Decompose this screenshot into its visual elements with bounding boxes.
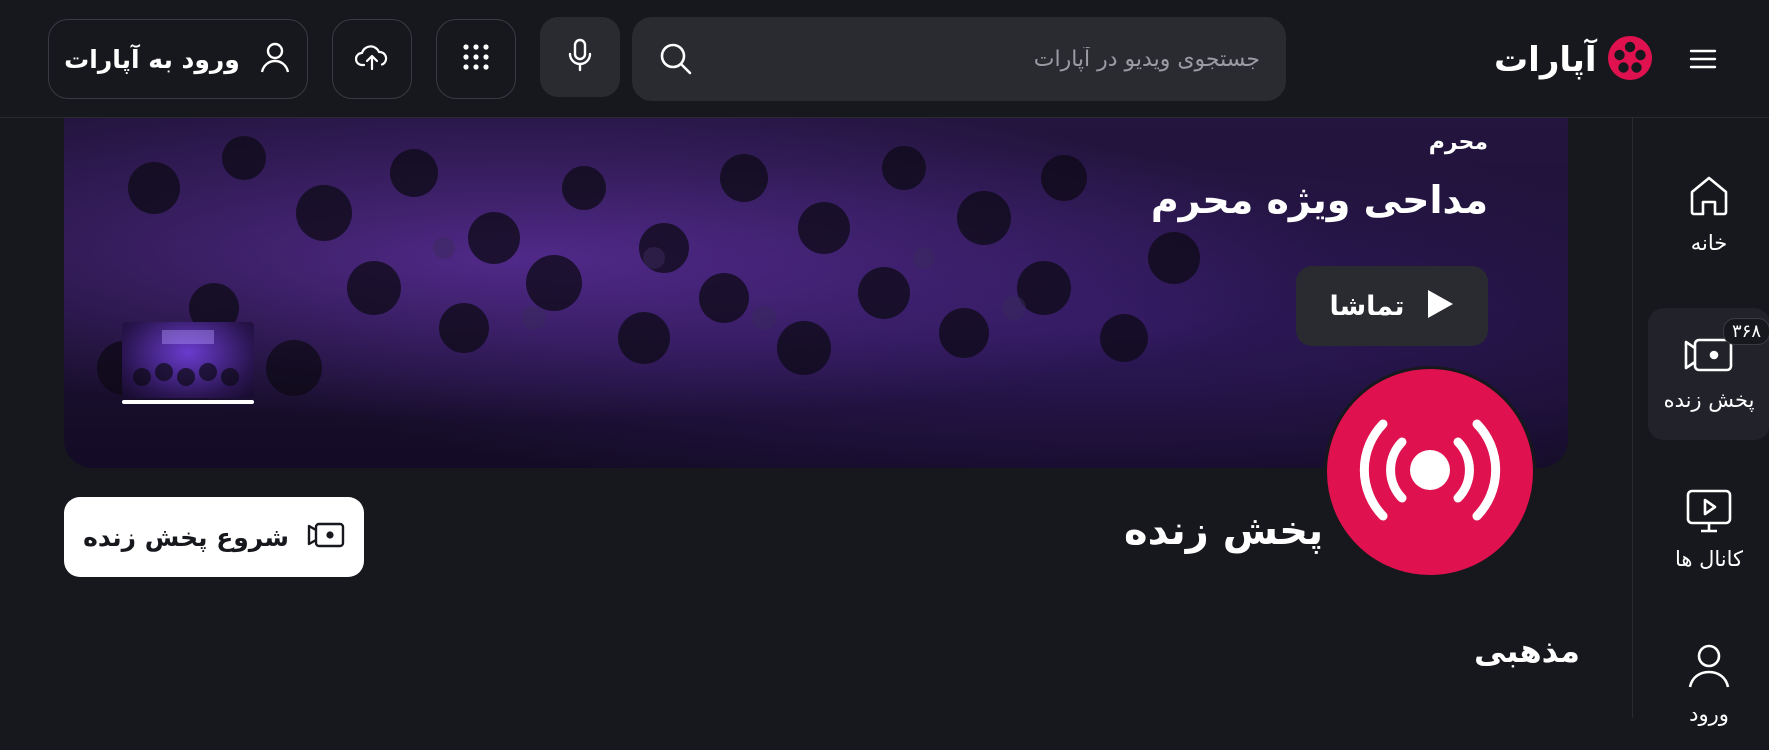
sidebar: خانه ۳۶۸ پخش زنده کانال ها ورود <box>1632 118 1769 726</box>
sidebar-item-label: خانه <box>1690 231 1728 255</box>
watch-button[interactable]: تماشا <box>1296 266 1488 346</box>
sidebar-item-live[interactable]: ۳۶۸ پخش زنده <box>1648 308 1769 440</box>
aparat-reel-logo <box>1605 33 1655 87</box>
watch-label: تماشا <box>1329 290 1405 322</box>
sidebar-item-home[interactable]: خانه <box>1648 148 1769 280</box>
login-button[interactable]: ورود به آپارات <box>48 19 308 99</box>
login-label: ورود به آپارات <box>64 44 240 74</box>
sidebar-item-login[interactable]: ورود <box>1648 618 1769 750</box>
logo-wordmark: آپارات <box>1494 40 1598 80</box>
sidebar-item-label: پخش زنده <box>1663 388 1755 412</box>
voice-search-button[interactable] <box>540 17 620 97</box>
start-live-label: شروع پخش زنده <box>83 522 289 552</box>
upload-button[interactable] <box>332 19 412 99</box>
broadcast-icon <box>1350 410 1510 534</box>
live-section-title: پخش زنده <box>1124 508 1324 554</box>
thumbnail-progress-bar <box>122 400 254 404</box>
top-header: ورود به آپارات جستجوی ویدیو در آپارات آپ… <box>0 0 1769 118</box>
grid-dots-icon <box>462 43 490 75</box>
home-icon <box>1687 173 1731 221</box>
tv-play-icon <box>1686 489 1732 537</box>
play-icon <box>1425 288 1455 324</box>
apps-button[interactable] <box>436 19 516 99</box>
cloud-upload-icon <box>354 43 389 75</box>
live-broadcast-badge <box>1324 366 1536 578</box>
search-icon[interactable] <box>658 41 694 81</box>
start-live-button[interactable]: شروع پخش زنده <box>64 497 364 577</box>
hamburger-menu-icon <box>1688 49 1718 78</box>
microphone-icon <box>568 38 592 76</box>
hamburger-menu-button[interactable] <box>1688 44 1718 74</box>
sidebar-item-label: ورود <box>1689 702 1729 726</box>
hero-thumbnail[interactable] <box>122 322 254 398</box>
user-icon <box>1686 642 1732 692</box>
sidebar-item-channels[interactable]: کانال ها <box>1648 464 1769 596</box>
user-icon <box>258 40 292 78</box>
search-input[interactable] <box>720 17 1260 101</box>
hero-title: مداحی ویژه محرم <box>1150 178 1488 222</box>
section-title-religious: مذهبی <box>1474 632 1580 670</box>
live-camera-icon <box>307 521 345 553</box>
search-bar[interactable] <box>632 17 1286 101</box>
hero-category: محرم <box>1428 130 1488 155</box>
live-count-badge: ۳۶۸ <box>1722 318 1769 345</box>
sidebar-item-label: کانال ها <box>1674 547 1744 571</box>
site-logo[interactable]: آپارات <box>1494 30 1655 90</box>
